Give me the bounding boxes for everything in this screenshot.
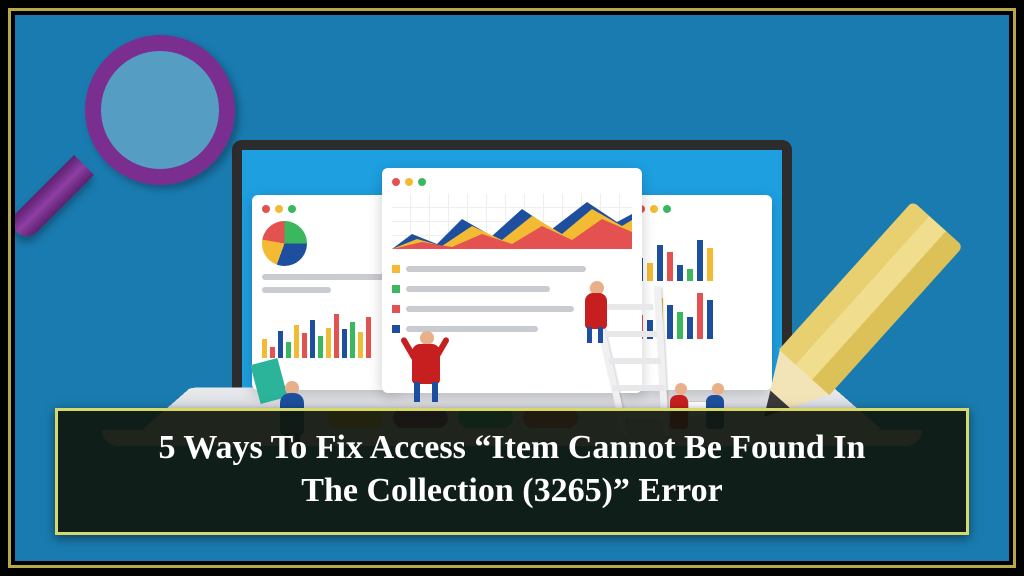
title-banner: 5 Ways To Fix Access “Item Cannot Be Fou… (55, 408, 969, 535)
title-line-1: 5 Ways To Fix Access “Item Cannot Be Fou… (159, 429, 866, 466)
grouped-bar-chart-icon (637, 221, 762, 281)
bar-chart-icon (262, 303, 387, 358)
magnifying-glass-icon (85, 35, 235, 185)
laptop-screen (232, 140, 792, 430)
outer-frame: 5 Ways To Fix Access “Item Cannot Be Fou… (8, 8, 1016, 568)
illustration-canvas: 5 Ways To Fix Access “Item Cannot Be Fou… (15, 15, 1009, 561)
pie-chart-icon (262, 221, 307, 266)
area-chart-icon (392, 194, 632, 249)
title-line-2: The Collection (3265)” Error (301, 472, 722, 509)
page-title: 5 Ways To Fix Access “Item Cannot Be Fou… (78, 427, 946, 512)
